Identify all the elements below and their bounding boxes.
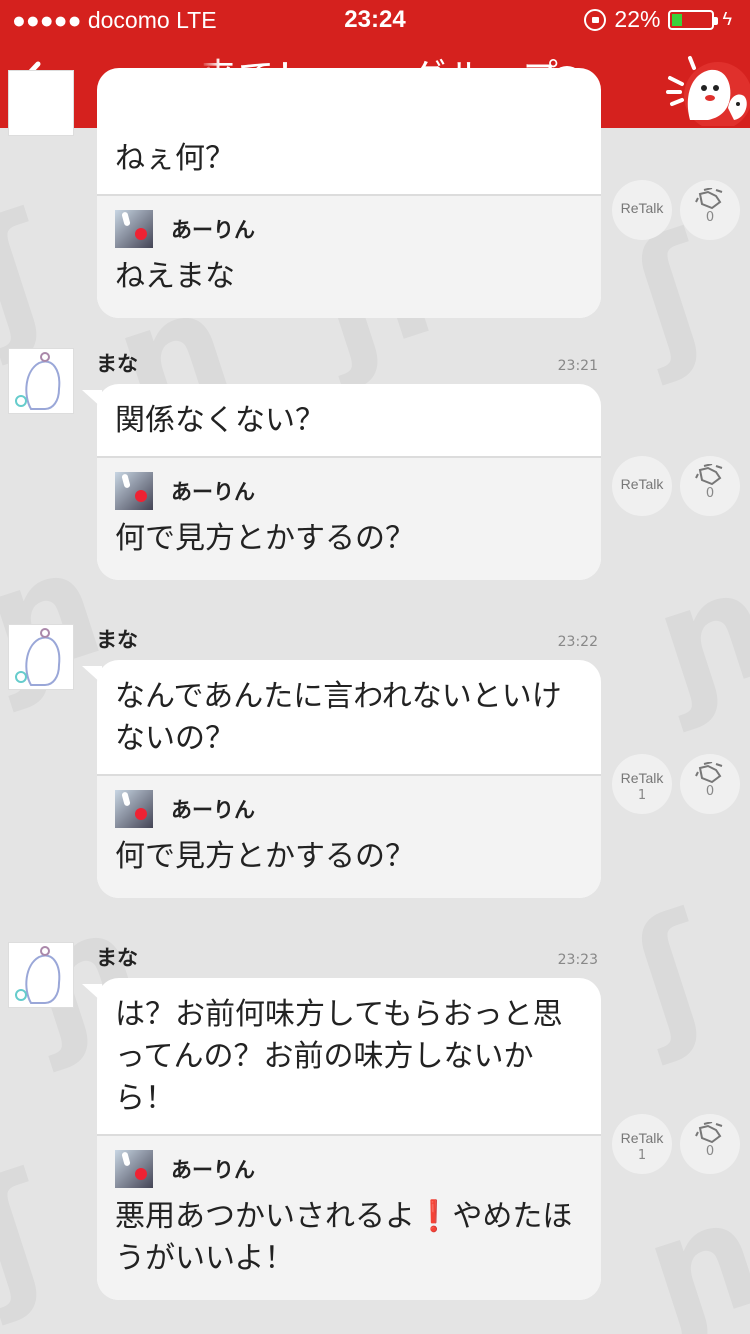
message-text: ねぇ何？: [115, 141, 235, 176]
quoted-sender-name: あーりん: [171, 218, 255, 242]
retalk-label: ReTalk: [620, 1130, 664, 1146]
message-bubble[interactable]: ねぇ何？ あーりん ねえまな: [97, 68, 601, 318]
message-time: 23:22: [557, 634, 598, 650]
message-bubble[interactable]: は？お前何味方してもらおっと思ってんの？お前の味方しないから！ あーりん 悪用あ…: [97, 978, 601, 1300]
message-text: 関係なくない？: [115, 403, 325, 438]
avatar: [115, 1150, 153, 1188]
quoted-text: 何で見方とかするの？: [115, 839, 415, 874]
message-bubble[interactable]: 関係なくない？ あーりん 何で見方とかするの？: [97, 384, 601, 580]
retalk-count: 1: [637, 1148, 647, 1163]
avatar: [115, 790, 153, 828]
avatar[interactable]: [8, 348, 74, 414]
retalk-button[interactable]: ReTalk 1: [612, 1114, 672, 1174]
quoted-message[interactable]: あーりん 何で見方とかするの？: [97, 774, 601, 898]
quoted-text: ねえまな: [115, 259, 235, 294]
quoted-message[interactable]: あーりん 何で見方とかするの？: [97, 456, 601, 580]
retalk-label: ReTalk: [620, 200, 664, 216]
clap-hands-icon: [695, 188, 723, 210]
clap-button[interactable]: 0: [680, 754, 740, 814]
retalk-label: ReTalk: [620, 476, 664, 492]
mascot-ghost-icon: [666, 56, 750, 130]
retalk-count: 1: [637, 788, 647, 803]
clap-count: 0: [705, 486, 715, 501]
retalk-button[interactable]: ReTalk 1: [612, 754, 672, 814]
clap-count: 0: [705, 210, 715, 225]
sender-name: まな: [96, 628, 138, 652]
clap-hands-icon: [695, 464, 723, 486]
clap-button[interactable]: 0: [680, 1114, 740, 1174]
battery-percent: 22%: [614, 6, 661, 32]
battery-icon: [668, 9, 719, 30]
quoted-sender-name: あーりん: [171, 1158, 255, 1182]
message-text: なんであんたに言われないといけないの？: [115, 679, 562, 756]
retalk-button[interactable]: ReTalk: [612, 456, 672, 516]
charging-bolt-icon: ϟ: [722, 9, 732, 29]
status-bar: ●●●●● docomo LTE 23:24 22% ϟ: [0, 0, 750, 40]
avatar: [115, 210, 153, 248]
quoted-sender-name: あーりん: [171, 480, 255, 504]
quoted-text: 悪用あつかいされるよ❗️やめたほうがいいよ！: [115, 1199, 573, 1276]
avatar: [115, 472, 153, 510]
message-time: 23:21: [557, 358, 598, 374]
clap-count: 0: [705, 1144, 715, 1159]
sender-name: まな: [96, 946, 138, 970]
quoted-sender-name: あーりん: [171, 798, 255, 822]
clap-button[interactable]: 0: [680, 456, 740, 516]
quoted-text: 何で見方とかするの？: [115, 521, 415, 556]
clap-hands-icon: [695, 1122, 723, 1144]
clap-count: 0: [705, 784, 715, 799]
chat-feed[interactable]: ねぇ何？ あーりん ねえまな ReTalk 0 まな 23:21 関係なくない？…: [0, 68, 750, 1334]
rotation-lock-icon: [584, 8, 607, 31]
quoted-message[interactable]: あーりん 悪用あつかいされるよ❗️やめたほうがいいよ！: [97, 1134, 601, 1300]
sender-name: まな: [96, 352, 138, 376]
message-bubble[interactable]: なんであんたに言われないといけないの？ あーりん 何で見方とかするの？: [97, 660, 601, 898]
quoted-message[interactable]: あーりん ねえまな: [97, 194, 601, 318]
retalk-button[interactable]: ReTalk: [612, 180, 672, 240]
avatar[interactable]: [8, 624, 74, 690]
message-time: 23:23: [557, 952, 598, 968]
avatar[interactable]: [8, 942, 74, 1008]
avatar[interactable]: [8, 70, 74, 136]
clap-hands-icon: [695, 762, 723, 784]
retalk-label: ReTalk: [620, 770, 664, 786]
status-right: 22% ϟ: [584, 6, 732, 33]
mascot-button[interactable]: [660, 48, 750, 130]
message-text: は？お前何味方してもらおっと思ってんの？お前の味方しないから！: [115, 997, 563, 1116]
clap-button[interactable]: 0: [680, 180, 740, 240]
